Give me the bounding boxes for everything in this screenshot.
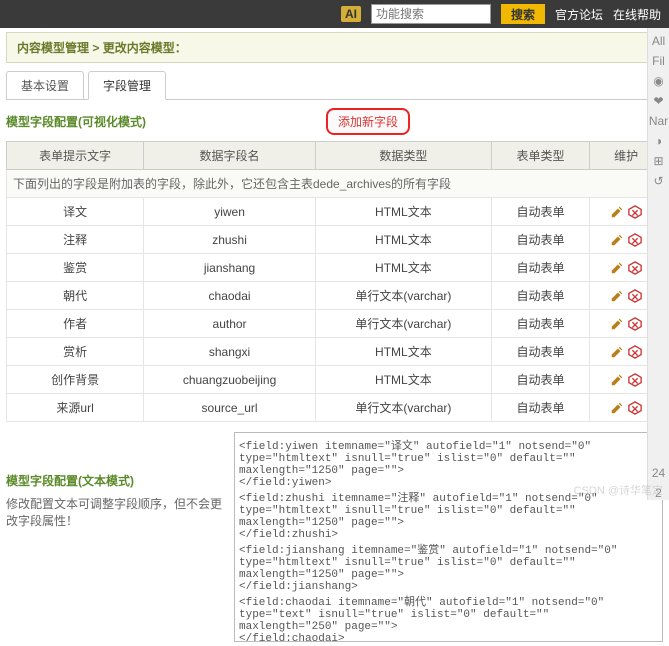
- note-row: 下面列出的字段是附加表的字段，除此外，它还包含主表dede_archives的所…: [7, 170, 663, 198]
- search-button[interactable]: 搜索: [501, 4, 545, 24]
- cell-form: 自动表单: [491, 394, 589, 422]
- cell-label: 来源url: [7, 394, 144, 422]
- side-fil[interactable]: Fil: [652, 54, 665, 68]
- cell-label: 赏析: [7, 338, 144, 366]
- cell-label: 作者: [7, 310, 144, 338]
- side-heart-icon[interactable]: ❤: [653, 94, 663, 108]
- breadcrumb: 内容模型管理 > 更改内容模型：: [6, 32, 663, 63]
- tab-basic[interactable]: 基本设置: [6, 71, 84, 99]
- textmode-title: 模型字段配置(文本模式): [6, 472, 226, 489]
- cell-name: chuangzuobeijing: [144, 366, 316, 394]
- table-row: 创作背景chuangzuobeijingHTML文本自动表单: [7, 366, 663, 394]
- edit-icon[interactable]: [610, 233, 624, 247]
- edit-icon[interactable]: [610, 205, 624, 219]
- table-row: 朝代chaodai单行文本(varchar)自动表单: [7, 282, 663, 310]
- cell-label: 朝代: [7, 282, 144, 310]
- cell-name: chaodai: [144, 282, 316, 310]
- textmode-desc: 修改配置文本可调整字段顺序，但不会更改字段属性！: [6, 495, 226, 529]
- cell-type: 单行文本(varchar): [315, 282, 491, 310]
- th-name: 数据字段名: [144, 142, 316, 170]
- table-row: 鉴赏jianshangHTML文本自动表单: [7, 254, 663, 282]
- cell-label: 译文: [7, 198, 144, 226]
- tab-fields[interactable]: 字段管理: [88, 71, 166, 100]
- cell-name: jianshang: [144, 254, 316, 282]
- th-type: 数据类型: [315, 142, 491, 170]
- section-visual-title: 模型字段配置(可视化模式): [6, 109, 146, 134]
- cell-type: HTML文本: [315, 366, 491, 394]
- ai-badge: AI: [341, 6, 361, 22]
- edit-icon[interactable]: [610, 373, 624, 387]
- table-row: 来源urlsource_url单行文本(varchar)自动表单: [7, 394, 663, 422]
- crumb-b: 更改内容模型：: [103, 41, 187, 55]
- forum-link[interactable]: 官方论坛: [555, 6, 603, 23]
- delete-icon[interactable]: [628, 317, 642, 331]
- side-num1: 24: [652, 466, 665, 480]
- help-link[interactable]: 在线帮助: [613, 6, 661, 23]
- cell-form: 自动表单: [491, 282, 589, 310]
- delete-icon[interactable]: [628, 289, 642, 303]
- top-bar: AI 搜索 官方论坛 在线帮助: [0, 0, 669, 28]
- cell-label: 注释: [7, 226, 144, 254]
- side-grid-icon[interactable]: ⊞: [653, 154, 663, 168]
- field-table: 表单提示文字 数据字段名 数据类型 表单类型 维护 下面列出的字段是附加表的字段…: [6, 141, 663, 422]
- cell-name: yiwen: [144, 198, 316, 226]
- cell-form: 自动表单: [491, 366, 589, 394]
- cell-type: 单行文本(varchar): [315, 394, 491, 422]
- search-input[interactable]: [371, 4, 491, 24]
- cell-name: zhushi: [144, 226, 316, 254]
- cell-label: 鉴赏: [7, 254, 144, 282]
- cell-form: 自动表单: [491, 254, 589, 282]
- cell-name: shangxi: [144, 338, 316, 366]
- cell-type: 单行文本(varchar): [315, 310, 491, 338]
- side-refresh-icon[interactable]: ↺: [653, 174, 663, 188]
- side-all[interactable]: All: [652, 34, 665, 48]
- th-label: 表单提示文字: [7, 142, 144, 170]
- delete-icon[interactable]: [628, 401, 642, 415]
- watermark: CSDN @诗华笔定: [574, 482, 663, 498]
- cell-form: 自动表单: [491, 198, 589, 226]
- delete-icon[interactable]: [628, 205, 642, 219]
- cell-name: source_url: [144, 394, 316, 422]
- table-row: 赏析shangxiHTML文本自动表单: [7, 338, 663, 366]
- edit-icon[interactable]: [610, 261, 624, 275]
- crumb-a[interactable]: 内容模型管理: [17, 41, 89, 55]
- cell-type: HTML文本: [315, 226, 491, 254]
- th-form: 表单类型: [491, 142, 589, 170]
- edit-icon[interactable]: [610, 401, 624, 415]
- delete-icon[interactable]: [628, 373, 642, 387]
- cell-name: author: [144, 310, 316, 338]
- delete-icon[interactable]: [628, 261, 642, 275]
- side-nar[interactable]: Nar: [649, 114, 668, 128]
- edit-icon[interactable]: [610, 289, 624, 303]
- add-field-button[interactable]: 添加新字段: [326, 108, 410, 135]
- side-dot-icon[interactable]: ◉: [653, 74, 663, 88]
- cell-form: 自动表单: [491, 338, 589, 366]
- config-textarea[interactable]: [234, 432, 663, 642]
- side-toolbar: All Fil ◉ ❤ Nar ◑ ⊞ ↺ 24 2: [647, 28, 669, 500]
- cell-label: 创作背景: [7, 366, 144, 394]
- table-row: 作者author单行文本(varchar)自动表单: [7, 310, 663, 338]
- edit-icon[interactable]: [610, 345, 624, 359]
- edit-icon[interactable]: [610, 317, 624, 331]
- table-row: 译文yiwenHTML文本自动表单: [7, 198, 663, 226]
- tabs: 基本设置 字段管理: [6, 71, 663, 100]
- delete-icon[interactable]: [628, 233, 642, 247]
- cell-form: 自动表单: [491, 226, 589, 254]
- cell-type: HTML文本: [315, 254, 491, 282]
- delete-icon[interactable]: [628, 345, 642, 359]
- cell-type: HTML文本: [315, 198, 491, 226]
- cell-form: 自动表单: [491, 310, 589, 338]
- side-half-icon[interactable]: ◑: [655, 134, 662, 148]
- table-row: 注释zhushiHTML文本自动表单: [7, 226, 663, 254]
- cell-type: HTML文本: [315, 338, 491, 366]
